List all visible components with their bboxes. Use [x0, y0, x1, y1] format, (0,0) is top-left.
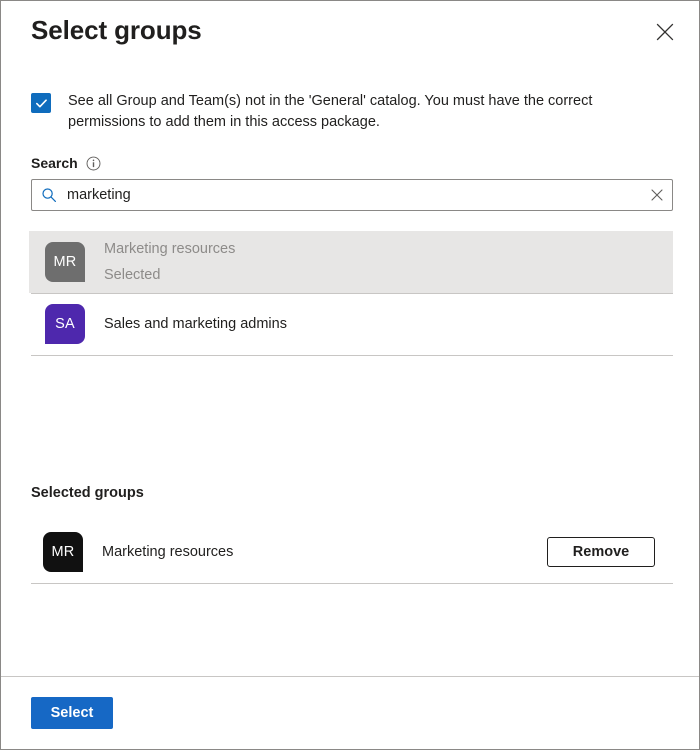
search-clear-button[interactable] — [642, 180, 672, 210]
avatar: MR — [45, 242, 85, 282]
search-results-list: MR Marketing resources Selected SA Sales… — [29, 231, 673, 356]
avatar-initials: MR — [54, 254, 77, 270]
group-name: Marketing resources — [104, 239, 235, 259]
catalog-option-row[interactable]: See all Group and Team(s) not in the 'Ge… — [31, 91, 659, 133]
catalog-option-label: See all Group and Team(s) not in the 'Ge… — [68, 91, 633, 133]
dialog-footer: Select — [1, 676, 699, 749]
avatar: MR — [43, 532, 83, 572]
avatar-initials: MR — [52, 544, 75, 560]
list-item-text: Sales and marketing admins — [104, 314, 287, 334]
search-box[interactable] — [31, 179, 673, 211]
list-item: MR Marketing resources Selected — [29, 231, 673, 293]
table-row: MR Marketing resources Remove — [31, 521, 673, 584]
group-name: Sales and marketing admins — [104, 314, 287, 334]
see-all-groups-checkbox[interactable] — [31, 93, 51, 113]
list-item[interactable]: SA Sales and marketing admins — [29, 293, 673, 355]
search-label: Search — [31, 155, 78, 171]
select-groups-dialog: Select groups See all Group and Team(s) … — [0, 0, 700, 750]
remove-button[interactable]: Remove — [547, 537, 655, 567]
page-title: Select groups — [31, 15, 202, 46]
select-button[interactable]: Select — [31, 697, 113, 729]
list-item-text: Marketing resources Selected — [104, 239, 235, 285]
search-label-row: Search — [31, 155, 101, 171]
status-badge: Selected — [104, 265, 235, 285]
group-name: Marketing resources — [102, 544, 547, 560]
dialog-body: See all Group and Team(s) not in the 'Ge… — [1, 67, 699, 676]
close-icon — [656, 23, 674, 41]
dialog-header: Select groups — [1, 1, 699, 67]
close-button[interactable] — [648, 15, 682, 49]
checkmark-icon — [35, 97, 48, 110]
avatar: SA — [45, 304, 85, 344]
search-icon — [41, 187, 57, 203]
clear-icon — [651, 189, 663, 201]
selected-groups-section: Selected groups MR Marketing resources R… — [31, 485, 673, 584]
info-icon[interactable] — [86, 156, 101, 171]
selected-groups-title: Selected groups — [31, 485, 673, 501]
search-input[interactable] — [67, 181, 642, 209]
avatar-initials: SA — [55, 316, 75, 332]
